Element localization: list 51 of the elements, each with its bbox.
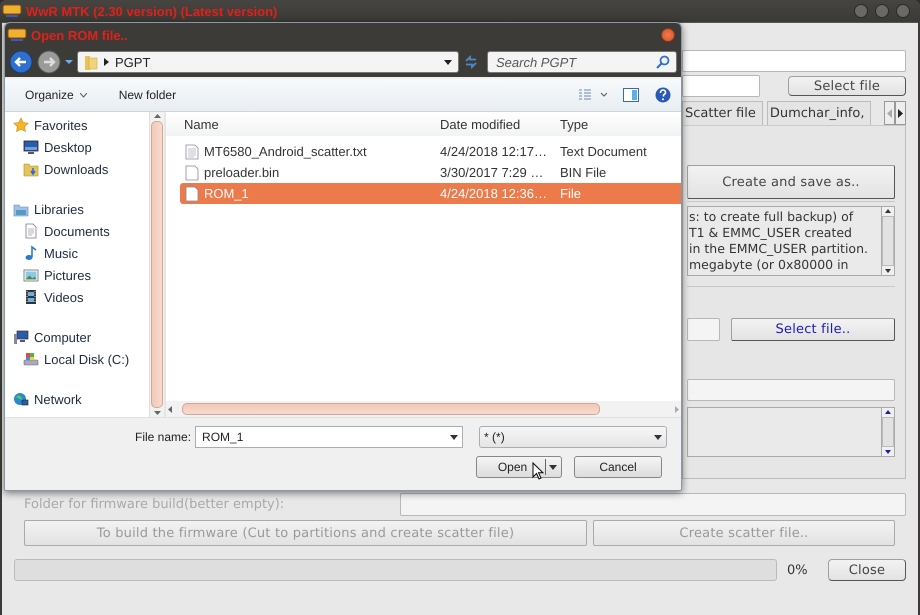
sidebar-item[interactable]: Local Disk (C:) <box>13 348 130 370</box>
file-type-dropdown[interactable]: * (*) <box>479 426 668 448</box>
column-header[interactable]: Date modified <box>440 116 560 132</box>
file-name-field[interactable]: ROM_1 <box>195 426 464 448</box>
file-type: File <box>560 186 581 201</box>
organize-menu[interactable]: Organize <box>23 86 89 104</box>
sidebar-item[interactable]: Music <box>13 242 78 264</box>
select-file-button[interactable]: Select file <box>788 76 906 96</box>
search-input[interactable]: Search PGPT <box>494 54 656 70</box>
info-text-line: T1 & EMMC_USER created <box>689 225 853 241</box>
column-header[interactable]: Name <box>166 116 440 132</box>
close-button[interactable]: Close <box>828 559 906 581</box>
tab[interactable]: Scatter file <box>682 101 763 125</box>
tab[interactable]: Dumchar_info, <box>766 101 872 125</box>
create-and-save-button[interactable]: Create and save as.. <box>687 165 895 199</box>
sidebar-item[interactable]: Documents <box>13 220 110 242</box>
info-text-line: in the EMMC_USER partition. <box>689 241 869 257</box>
column-header[interactable]: Type <box>560 116 588 132</box>
file-row[interactable]: MT6580_Android_scatter.txt 4/24/2018 12:17… Text Document <box>180 141 681 162</box>
date-modified: 4/24/2018 12:17… <box>440 144 548 159</box>
select-file-button[interactable]: Select file.. <box>731 318 895 341</box>
sidebar-item[interactable]: Network <box>13 388 82 410</box>
open-button[interactable]: Open <box>476 456 562 478</box>
progress-percent: 0% <box>787 562 808 578</box>
file-name: preloader.bin <box>204 165 280 180</box>
file-type: BIN File <box>560 165 606 180</box>
sidebar-item[interactable]: Pictures <box>13 264 91 286</box>
file-name: ROM_1 <box>204 186 249 201</box>
search-field[interactable]: Search PGPT <box>487 51 677 73</box>
info-text-line: megabyte (or 0x80000 in <box>689 257 850 273</box>
dialog-title: Open ROM file.. <box>31 28 128 42</box>
file-row[interactable]: preloader.bin 3/30/2017 7:29 … BIN File <box>180 162 681 183</box>
file-name-input[interactable]: ROM_1 <box>200 429 450 445</box>
window-title: WwR MTK (2.30 version) (Latest version) <box>26 4 278 18</box>
file-name: MT6580_Android_scatter.txt <box>204 144 367 159</box>
info-text-line: s: to create full backup) of <box>689 209 854 225</box>
sidebar-item[interactable]: Libraries <box>13 198 84 220</box>
sidebar-item[interactable]: Videos <box>13 286 84 308</box>
address-bar[interactable]: PGPT <box>77 51 459 73</box>
sidebar-item[interactable]: Favorites <box>13 114 88 136</box>
file-type: Text Document <box>560 144 647 159</box>
cancel-button[interactable]: Cancel <box>574 456 662 478</box>
sidebar-item[interactable]: Computer <box>13 326 92 348</box>
sidebar-item[interactable]: Desktop <box>13 136 92 158</box>
folder-path: PGPT <box>115 54 150 70</box>
folder-label: Folder for firmware build(better empty): <box>24 497 284 512</box>
date-modified: 3/30/2017 7:29 … <box>440 165 544 180</box>
file-name-label: File name: <box>135 430 192 444</box>
date-modified: 4/24/2018 12:36… <box>440 186 548 201</box>
sidebar-item[interactable]: Downloads <box>13 158 108 180</box>
new-folder-button[interactable]: New folder <box>116 86 178 104</box>
